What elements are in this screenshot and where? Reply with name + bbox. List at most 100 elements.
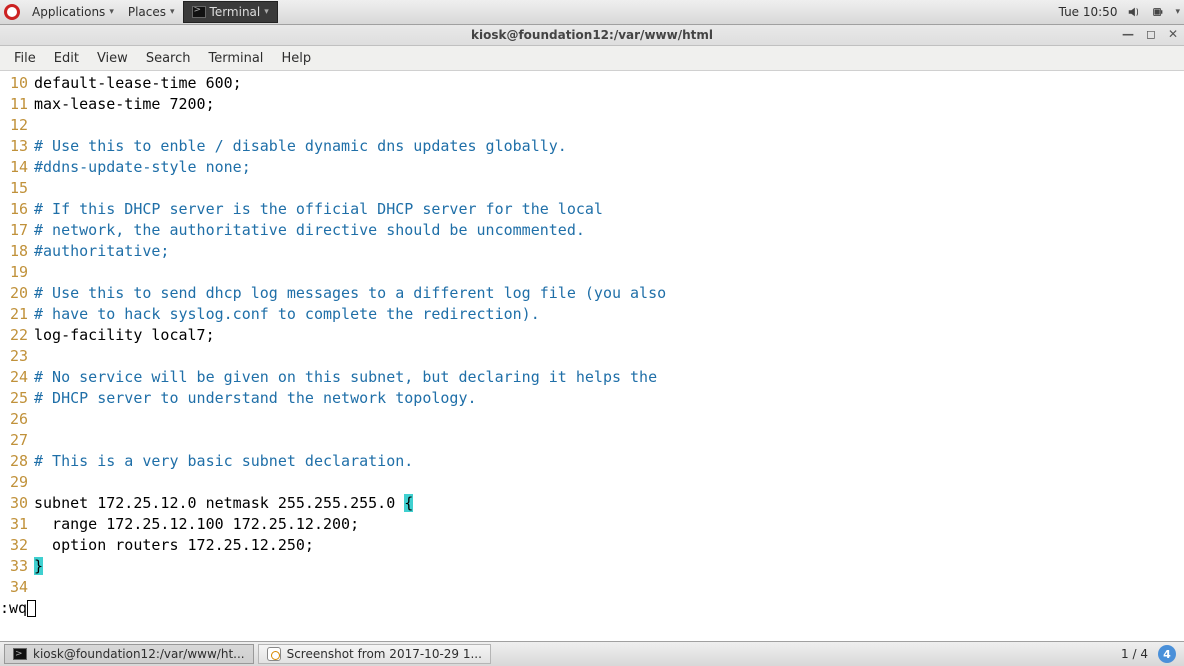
chevron-down-icon: ▾ bbox=[109, 7, 114, 17]
code-line: 22log-facility local7; bbox=[0, 325, 1184, 346]
workspace-indicator[interactable]: 4 bbox=[1158, 645, 1176, 663]
code-content: } bbox=[34, 556, 1184, 577]
places-menu[interactable]: Places ▾ bbox=[122, 5, 181, 19]
code-content bbox=[34, 409, 1184, 430]
line-number: 24 bbox=[0, 367, 34, 388]
code-line: 15 bbox=[0, 178, 1184, 199]
code-content: range 172.25.12.100 172.25.12.200; bbox=[34, 514, 1184, 535]
distro-logo-icon bbox=[4, 4, 20, 20]
image-viewer-icon bbox=[267, 647, 281, 661]
code-line: 10default-lease-time 600; bbox=[0, 73, 1184, 94]
code-line: 28# This is a very basic subnet declarat… bbox=[0, 451, 1184, 472]
code-line: 34 bbox=[0, 577, 1184, 598]
code-line: 13# Use this to enble / disable dynamic … bbox=[0, 136, 1184, 157]
line-number: 17 bbox=[0, 220, 34, 241]
chevron-down-icon: ▾ bbox=[170, 7, 175, 17]
vim-command-line[interactable]: :wq bbox=[0, 598, 1184, 619]
code-content: # This is a very basic subnet declaratio… bbox=[34, 451, 1184, 472]
line-number: 10 bbox=[0, 73, 34, 94]
code-content bbox=[34, 178, 1184, 199]
code-line: 31 range 172.25.12.100 172.25.12.200; bbox=[0, 514, 1184, 535]
code-content: option routers 172.25.12.250; bbox=[34, 535, 1184, 556]
terminal-app-label: Terminal bbox=[210, 5, 261, 19]
line-number: 14 bbox=[0, 157, 34, 178]
gnome-bottom-panel: kiosk@foundation12:/var/www/ht... Screen… bbox=[0, 641, 1184, 666]
code-line: 23 bbox=[0, 346, 1184, 367]
code-content: #authoritative; bbox=[34, 241, 1184, 262]
line-number: 15 bbox=[0, 178, 34, 199]
terminal-menubar: File Edit View Search Terminal Help bbox=[0, 46, 1184, 71]
taskbar-item-terminal[interactable]: kiosk@foundation12:/var/www/ht... bbox=[4, 644, 254, 664]
code-line: 27 bbox=[0, 430, 1184, 451]
code-content bbox=[34, 577, 1184, 598]
code-content bbox=[34, 472, 1184, 493]
code-content bbox=[34, 346, 1184, 367]
line-number: 23 bbox=[0, 346, 34, 367]
chevron-down-icon: ▾ bbox=[264, 7, 269, 17]
line-number: 18 bbox=[0, 241, 34, 262]
window-titlebar[interactable]: kiosk@foundation12:/var/www/html — ◻ ✕ bbox=[0, 25, 1184, 46]
code-content: # Use this to enble / disable dynamic dn… bbox=[34, 136, 1184, 157]
clock[interactable]: Tue 10:50 bbox=[1059, 5, 1118, 19]
line-number: 31 bbox=[0, 514, 34, 535]
code-content: # No service will be given on this subne… bbox=[34, 367, 1184, 388]
menu-search[interactable]: Search bbox=[138, 48, 199, 69]
line-number: 13 bbox=[0, 136, 34, 157]
battery-icon[interactable] bbox=[1151, 5, 1165, 19]
code-line: 19 bbox=[0, 262, 1184, 283]
code-line: 26 bbox=[0, 409, 1184, 430]
code-line: 20# Use this to send dhcp log messages t… bbox=[0, 283, 1184, 304]
applications-menu[interactable]: Applications ▾ bbox=[26, 5, 120, 19]
code-line: 18#authoritative; bbox=[0, 241, 1184, 262]
code-content: #ddns-update-style none; bbox=[34, 157, 1184, 178]
code-content: # have to hack syslog.conf to complete t… bbox=[34, 304, 1184, 325]
terminal-icon bbox=[192, 6, 206, 18]
menu-help[interactable]: Help bbox=[273, 48, 319, 69]
minimize-button[interactable]: — bbox=[1122, 27, 1134, 41]
task-label: Screenshot from 2017-10-29 1... bbox=[287, 647, 482, 661]
gnome-top-panel: Applications ▾ Places ▾ Terminal ▾ Tue 1… bbox=[0, 0, 1184, 25]
code-content: # DHCP server to understand the network … bbox=[34, 388, 1184, 409]
code-content: subnet 172.25.12.0 netmask 255.255.255.0… bbox=[34, 493, 1184, 514]
code-content: # network, the authoritative directive s… bbox=[34, 220, 1184, 241]
code-content: default-lease-time 600; bbox=[34, 73, 1184, 94]
code-content bbox=[34, 430, 1184, 451]
menu-view[interactable]: View bbox=[89, 48, 136, 69]
volume-icon[interactable] bbox=[1127, 5, 1141, 19]
line-number: 27 bbox=[0, 430, 34, 451]
line-number: 11 bbox=[0, 94, 34, 115]
line-number: 12 bbox=[0, 115, 34, 136]
code-line: 12 bbox=[0, 115, 1184, 136]
code-content: # Use this to send dhcp log messages to … bbox=[34, 283, 1184, 304]
task-label: kiosk@foundation12:/var/www/ht... bbox=[33, 647, 245, 661]
terminal-app-menu[interactable]: Terminal ▾ bbox=[183, 1, 278, 23]
line-number: 21 bbox=[0, 304, 34, 325]
code-line: 14#ddns-update-style none; bbox=[0, 157, 1184, 178]
line-number: 29 bbox=[0, 472, 34, 493]
code-content bbox=[34, 262, 1184, 283]
code-line: 11max-lease-time 7200; bbox=[0, 94, 1184, 115]
terminal-icon bbox=[13, 648, 27, 660]
code-line: 21# have to hack syslog.conf to complete… bbox=[0, 304, 1184, 325]
chevron-down-icon[interactable]: ▾ bbox=[1175, 7, 1180, 17]
menu-edit[interactable]: Edit bbox=[46, 48, 87, 69]
terminal-viewport[interactable]: 10default-lease-time 600;11max-lease-tim… bbox=[0, 71, 1184, 641]
menu-terminal[interactable]: Terminal bbox=[200, 48, 271, 69]
line-number: 28 bbox=[0, 451, 34, 472]
code-content: max-lease-time 7200; bbox=[34, 94, 1184, 115]
close-button[interactable]: ✕ bbox=[1168, 27, 1178, 41]
applications-label: Applications bbox=[32, 5, 105, 19]
code-line: 33} bbox=[0, 556, 1184, 577]
places-label: Places bbox=[128, 5, 166, 19]
menu-file[interactable]: File bbox=[6, 48, 44, 69]
taskbar-item-screenshot[interactable]: Screenshot from 2017-10-29 1... bbox=[258, 644, 491, 664]
line-number: 33 bbox=[0, 556, 34, 577]
code-content: log-facility local7; bbox=[34, 325, 1184, 346]
line-number: 26 bbox=[0, 409, 34, 430]
workspace-pager-label[interactable]: 1 / 4 bbox=[1121, 647, 1148, 661]
line-number: 19 bbox=[0, 262, 34, 283]
line-number: 32 bbox=[0, 535, 34, 556]
maximize-button[interactable]: ◻ bbox=[1146, 27, 1156, 41]
code-line: 16# If this DHCP server is the official … bbox=[0, 199, 1184, 220]
line-number: 22 bbox=[0, 325, 34, 346]
